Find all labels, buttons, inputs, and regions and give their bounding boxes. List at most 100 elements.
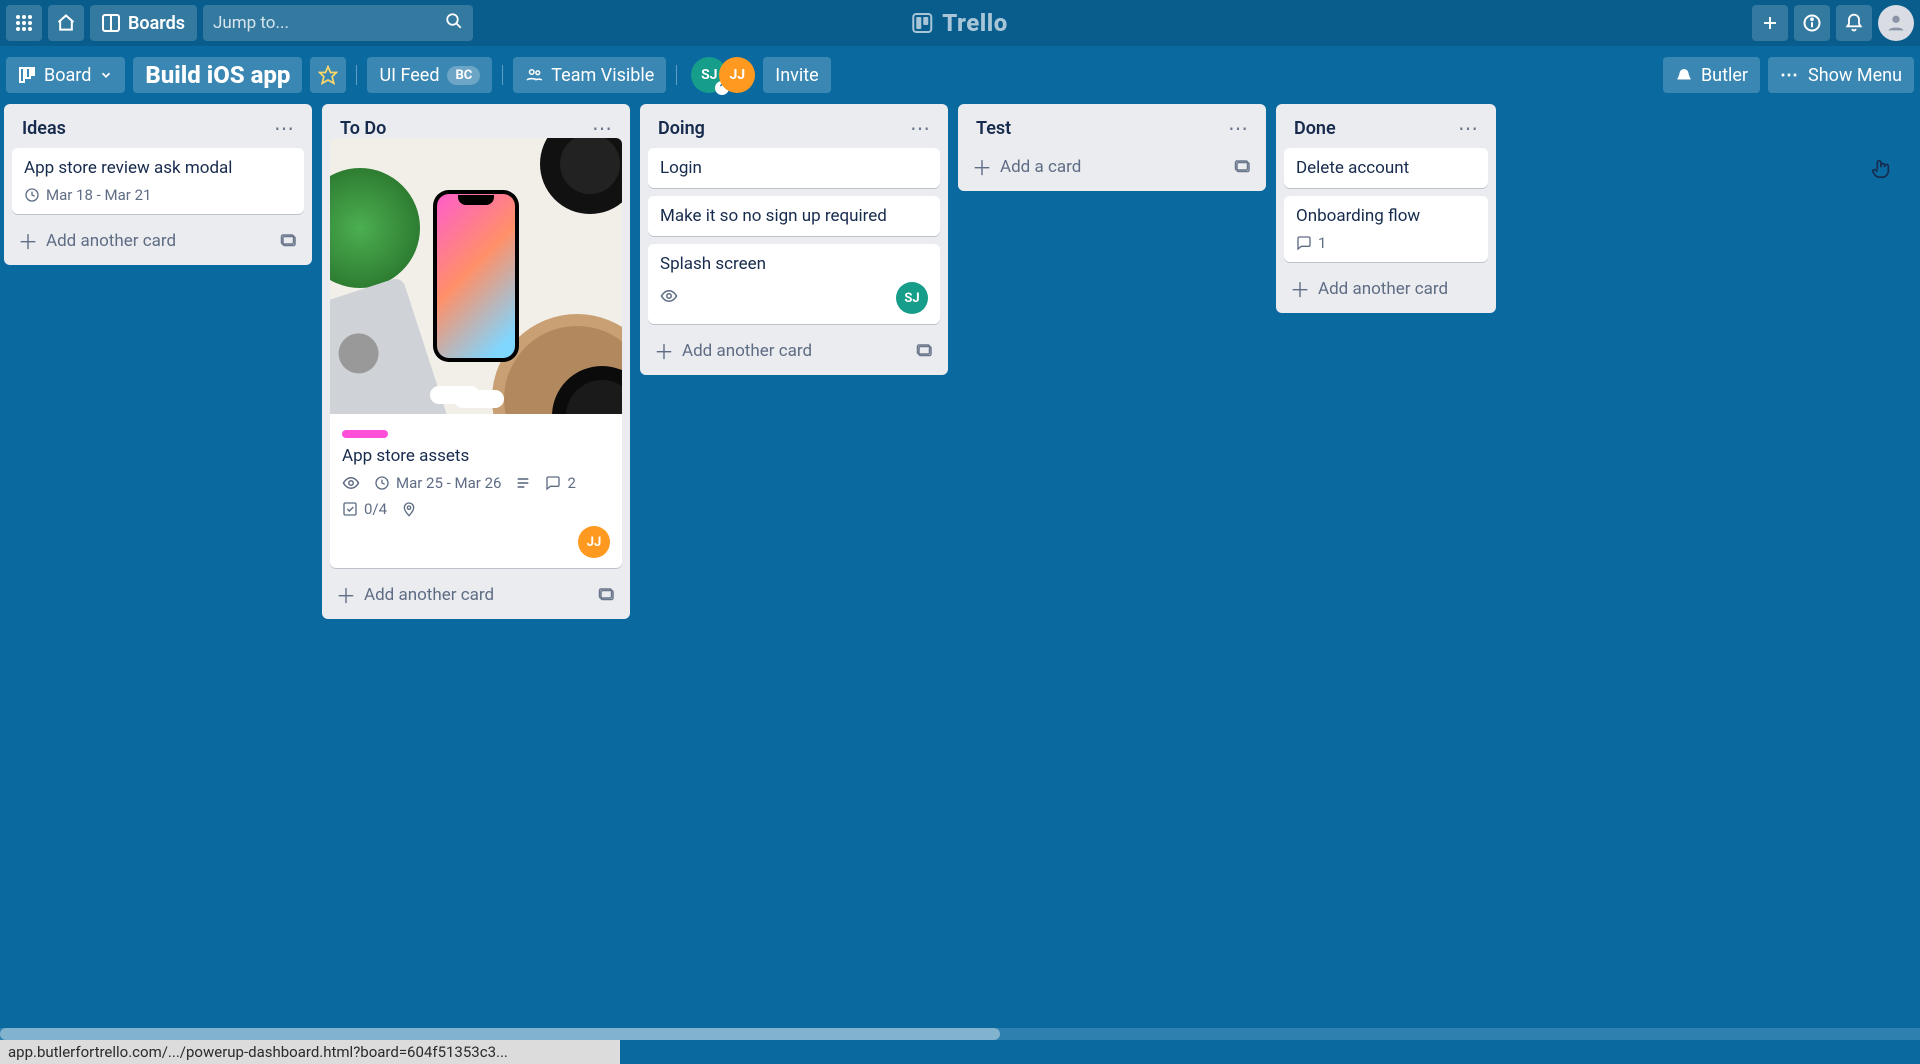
list-title[interactable]: Test [976, 118, 1228, 139]
show-menu-button[interactable]: ⋯ Show Menu [1768, 57, 1914, 93]
clock-icon [24, 187, 40, 203]
uifeed-label: UI Feed [379, 65, 439, 86]
list-title[interactable]: Done [1294, 118, 1458, 139]
boards-button[interactable]: Boards [90, 5, 197, 41]
plus-icon: ＋ [1290, 274, 1310, 303]
card[interactable]: App store review ask modal Mar 18 - Mar … [12, 148, 304, 214]
plus-icon: ＋ [972, 152, 992, 181]
card-cover-image [330, 138, 622, 414]
checklist-badge: 0/4 [342, 500, 387, 518]
card[interactable]: Make it so no sign up required [648, 196, 940, 236]
watch-badge [660, 287, 678, 310]
search-box[interactable] [203, 5, 473, 41]
card-template-button[interactable] [280, 232, 298, 250]
add-card-label: Add another card [364, 585, 494, 605]
plus-icon: ＋ [654, 336, 674, 365]
card-member-jj[interactable]: JJ [578, 526, 610, 558]
board-members[interactable]: SJ⌃ JJ [687, 57, 755, 93]
top-nav: Boards Trello [0, 0, 1920, 46]
add-card-label: Add another card [682, 341, 812, 361]
add-card-label: Add another card [46, 231, 176, 251]
add-card-button[interactable]: ＋ Add a card [972, 152, 1234, 181]
star-button[interactable] [310, 57, 346, 93]
list-title[interactable]: Doing [658, 118, 910, 139]
board-canvas[interactable]: Ideas ⋯ App store review ask modal Mar 1… [0, 104, 1920, 1040]
add-card-button[interactable]: ＋ Add another card [1290, 274, 1482, 303]
list-menu-button[interactable]: ⋯ [274, 116, 296, 140]
dots-icon: ⋯ [1780, 65, 1800, 86]
card-template-button[interactable] [1234, 158, 1252, 176]
card-member-sj[interactable]: SJ [896, 282, 928, 314]
clock-icon [374, 475, 390, 491]
comments-badge: 2 [545, 474, 575, 492]
board-bar: Board Build iOS app UI Feed BC Team Visi… [0, 46, 1920, 104]
separator [502, 65, 503, 85]
scrollbar-thumb[interactable] [0, 1028, 1000, 1040]
uifeed-pill: BC [447, 66, 480, 85]
butler-button[interactable]: Butler [1663, 57, 1760, 93]
description-badge [515, 475, 531, 491]
card-title: App store review ask modal [24, 158, 292, 178]
card[interactable]: Login [648, 148, 940, 188]
info-icon [1802, 13, 1822, 33]
info-button[interactable] [1794, 5, 1830, 41]
list-menu-button[interactable]: ⋯ [910, 116, 932, 140]
list-doing: Doing ⋯ Login Make it so no sign up requ… [640, 104, 948, 375]
home-button[interactable] [48, 5, 84, 41]
eye-icon [660, 287, 678, 305]
card-title: Delete account [1296, 158, 1476, 178]
user-icon [1885, 12, 1907, 34]
comment-icon [1296, 235, 1312, 251]
create-button[interactable] [1752, 5, 1788, 41]
card-label-pink[interactable] [342, 430, 388, 438]
home-icon [56, 13, 76, 33]
due-date-badge: Mar 18 - Mar 21 [24, 186, 151, 204]
butler-label: Butler [1701, 65, 1748, 86]
board-view-icon [18, 66, 36, 84]
add-card-button[interactable]: ＋ Add another card [654, 336, 916, 365]
visibility-button[interactable]: Team Visible [513, 57, 666, 93]
boards-label: Boards [128, 13, 185, 34]
list-title[interactable]: To Do [340, 118, 592, 139]
list-todo: To Do ⋯ App store assets Mar 25 - Mar 26 [322, 104, 630, 619]
location-icon [401, 501, 417, 517]
card-title: Splash screen [660, 254, 928, 274]
list-menu-button[interactable]: ⋯ [592, 116, 614, 140]
apps-button[interactable] [6, 5, 42, 41]
view-switcher[interactable]: Board [6, 57, 125, 93]
comments-badge: 1 [1296, 234, 1326, 252]
list-menu-button[interactable]: ⋯ [1228, 116, 1250, 140]
account-button[interactable] [1878, 5, 1914, 41]
list-menu-button[interactable]: ⋯ [1458, 116, 1480, 140]
add-card-button[interactable]: ＋ Add another card [18, 226, 280, 255]
horizontal-scrollbar[interactable] [0, 1028, 1920, 1040]
due-date-badge: Mar 25 - Mar 26 [374, 474, 501, 492]
notifications-button[interactable] [1836, 5, 1872, 41]
list-done: Done ⋯ Delete account Onboarding flow 1 … [1276, 104, 1496, 313]
list-ideas: Ideas ⋯ App store review ask modal Mar 1… [4, 104, 312, 265]
uifeed-button[interactable]: UI Feed BC [367, 57, 492, 93]
visibility-label: Team Visible [551, 65, 654, 86]
search-input[interactable] [213, 13, 463, 33]
card-template-button[interactable] [916, 342, 934, 360]
invite-button[interactable]: Invite [763, 57, 830, 93]
butler-icon [1675, 66, 1693, 84]
star-icon [318, 65, 338, 85]
brand: Trello [912, 9, 1007, 37]
add-card-label: Add another card [1318, 279, 1448, 299]
list-test: Test ⋯ ＋ Add a card [958, 104, 1266, 191]
card[interactable]: Onboarding flow 1 [1284, 196, 1488, 262]
card-title: Login [660, 158, 928, 178]
card[interactable]: App store assets Mar 25 - Mar 26 2 [330, 148, 622, 568]
member-chip-jj[interactable]: JJ [719, 57, 755, 93]
description-icon [515, 475, 531, 491]
add-card-button[interactable]: ＋ Add another card [336, 580, 598, 609]
board-title[interactable]: Build iOS app [133, 57, 302, 93]
card-title: App store assets [342, 446, 610, 466]
location-badge [401, 501, 417, 517]
apps-icon [15, 14, 33, 32]
card[interactable]: Splash screen SJ [648, 244, 940, 324]
card-template-button[interactable] [598, 586, 616, 604]
card[interactable]: Delete account [1284, 148, 1488, 188]
list-title[interactable]: Ideas [22, 118, 274, 139]
